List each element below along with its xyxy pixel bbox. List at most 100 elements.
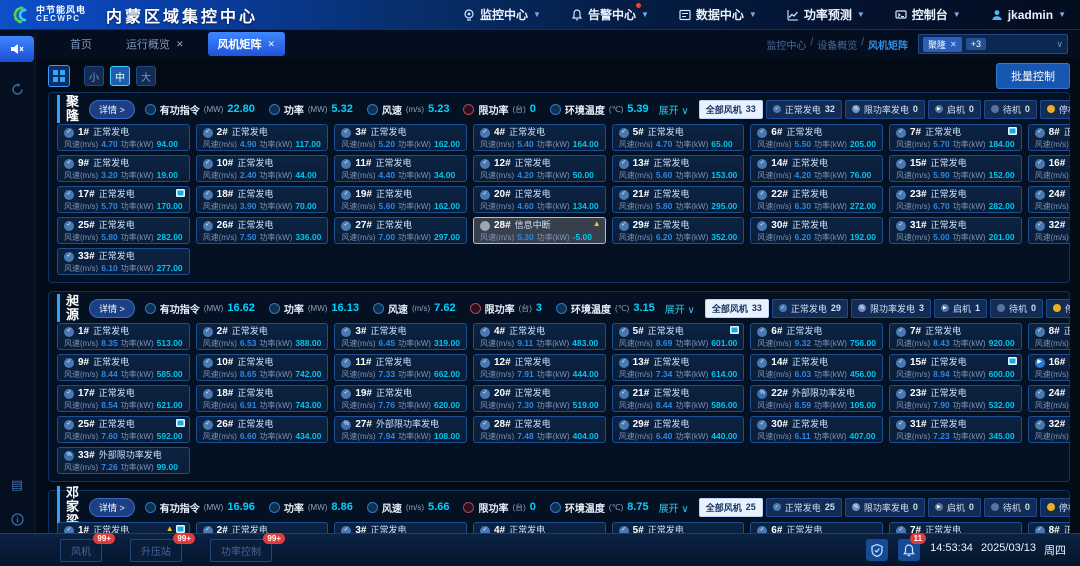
status-chip-4[interactable]: 待机0 (990, 299, 1043, 318)
status-chip-3[interactable]: ▶启机0 (928, 498, 981, 517)
nav-menu-2[interactable]: 数据中心▼ (679, 6, 757, 23)
breadcrumb-seg-2[interactable]: 风机矩阵 (868, 37, 908, 52)
turbine-card-聚隆-14#[interactable]: ✓14#正常发电风速(m/s)4.20功率(kW)76.00 (750, 155, 883, 182)
turbine-card-聚隆-18#[interactable]: ✓18#正常发电风速(m/s)3.90功率(kW)70.00 (196, 186, 329, 213)
turbine-card-聚隆-20#[interactable]: ✓20#正常发电风速(m/s)4.60功率(kW)134.00 (473, 186, 606, 213)
turbine-card-昶源-12#[interactable]: ✓12#正常发电风速(m/s)7.91功率(kW)444.00 (473, 354, 606, 381)
turbine-card-昶源-6#[interactable]: ✓6#正常发电风速(m/s)9.32功率(kW)756.00 (750, 323, 883, 350)
status-chip-0[interactable]: 全部风机33 (699, 100, 763, 119)
expand-toggle[interactable]: 展开 ∨ (665, 301, 695, 316)
turbine-card-昶源-17#[interactable]: ✓17#正常发电风速(m/s)8.54功率(kW)621.00 (57, 385, 190, 412)
bottom-button-1[interactable]: 升压站99+ (130, 539, 182, 562)
size-button-大[interactable]: 大 (136, 66, 156, 86)
bottom-button-2[interactable]: 功率控制99+ (210, 539, 272, 562)
status-chip-1[interactable]: ✓正常发电25 (766, 498, 842, 517)
nav-menu-1[interactable]: 告警中心▼ (571, 6, 649, 23)
status-chip-1[interactable]: ✓正常发电29 (772, 299, 848, 318)
turbine-card-聚隆-31#[interactable]: ✓31#正常发电风速(m/s)5.00功率(kW)201.00 (889, 217, 1022, 244)
turbine-card-昶源-33#[interactable]: %33#外部限功率发电风速(m/s)7.26功率(kW)99.00 (57, 447, 190, 474)
farm-detail-button[interactable]: 详情 > (89, 100, 135, 119)
turbine-card-昶源-4#[interactable]: ✓4#正常发电风速(m/s)9.11功率(kW)483.00 (473, 323, 606, 350)
info-icon[interactable] (0, 508, 34, 530)
turbine-card-聚隆-12#[interactable]: ✓12#正常发电风速(m/s)4.20功率(kW)50.00 (473, 155, 606, 182)
close-icon[interactable]: ✕ (176, 39, 184, 50)
status-chip-0[interactable]: 全部风机33 (705, 299, 769, 318)
turbine-card-昶源-15#[interactable]: ✓15#正常发电风速(m/s)8.94功率(kW)600.00 (889, 354, 1022, 381)
turbine-card-聚隆-9#[interactable]: ✓9#正常发电风速(m/s)3.20功率(kW)19.00 (57, 155, 190, 182)
turbine-card-昶源-18#[interactable]: ✓18#正常发电风速(m/s)6.91功率(kW)743.00 (196, 385, 329, 412)
farm-detail-button[interactable]: 详情 > (89, 498, 135, 517)
expand-toggle[interactable]: 展开 ∨ (659, 102, 689, 117)
alarm-bell-icon[interactable]: 11 (898, 539, 920, 561)
status-chip-3[interactable]: ▶启机0 (928, 100, 981, 119)
batch-control-button[interactable]: 批量控制 (996, 63, 1070, 89)
turbine-card-聚隆-16#[interactable]: ✓16#正常发电风速(m/s)3.60功率(kW)88.00 (1028, 155, 1070, 182)
turbine-card-昶源-27#[interactable]: %27#外部限功率发电风速(m/s)7.94功率(kW)108.00 (334, 416, 467, 443)
bottom-button-0[interactable]: 风机99+ (60, 539, 102, 562)
turbine-card-昶源-31#[interactable]: ✓31#正常发电风速(m/s)7.23功率(kW)345.00 (889, 416, 1022, 443)
document-icon[interactable]: ▤ (0, 474, 34, 496)
farm-filter-select[interactable]: 聚隆✕+3∨ (918, 34, 1068, 54)
filter-chip-0[interactable]: 聚隆✕ (923, 37, 962, 52)
status-chip-3[interactable]: ▶启机1 (934, 299, 987, 318)
turbine-card-聚隆-33#[interactable]: ✓33#正常发电风速(m/s)6.10功率(kW)277.00 (57, 248, 190, 275)
farm-detail-button[interactable]: 详情 > (89, 299, 135, 318)
nav-menu-0[interactable]: 监控中心▼ (463, 6, 541, 23)
control-shield-icon[interactable] (866, 539, 888, 561)
turbine-card-昶源-23#[interactable]: ✓23#正常发电风速(m/s)7.90功率(kW)532.00 (889, 385, 1022, 412)
status-chip-0[interactable]: 全部风机25 (699, 498, 763, 517)
refresh-icon[interactable] (0, 78, 34, 100)
turbine-card-昶源-10#[interactable]: ✓10#正常发电风速(m/s)8.65功率(kW)742.00 (196, 354, 329, 381)
turbine-card-聚隆-32#[interactable]: ✓32#正常发电风速(m/s)4.20功率(kW)41.00 (1028, 217, 1070, 244)
turbine-card-聚隆-1#[interactable]: ✓1#正常发电风速(m/s)4.70功率(kW)94.00 (57, 124, 190, 151)
turbine-card-聚隆-2#[interactable]: ✓2#正常发电风速(m/s)4.90功率(kW)117.00 (196, 124, 329, 151)
turbine-card-昶源-25#[interactable]: ✓25#正常发电风速(m/s)7.60功率(kW)592.00 (57, 416, 190, 443)
close-icon[interactable]: ✕ (268, 39, 276, 50)
turbine-card-聚隆-22#[interactable]: ✓22#正常发电风速(m/s)6.30功率(kW)272.00 (750, 186, 883, 213)
nav-menu-3[interactable]: 功率预测▼ (787, 6, 865, 23)
turbine-card-聚隆-7#[interactable]: ✓7#正常发电风速(m/s)5.70功率(kW)184.00 (889, 124, 1022, 151)
turbine-card-聚隆-5#[interactable]: ✓5#正常发电风速(m/s)4.70功率(kW)65.00 (612, 124, 745, 151)
status-chip-4[interactable]: 待机0 (984, 498, 1037, 517)
turbine-card-聚隆-8#[interactable]: ✓8#正常发电风速(m/s)4.00功率(kW)58.00 (1028, 124, 1070, 151)
size-button-中[interactable]: 中 (110, 66, 130, 86)
turbine-card-昶源-7#[interactable]: ✓7#正常发电风速(m/s)8.43功率(kW)920.00 (889, 323, 1022, 350)
turbine-card-昶源-26#[interactable]: ✓26#正常发电风速(m/s)6.60功率(kW)434.00 (196, 416, 329, 443)
layout-grid-icon[interactable] (48, 65, 70, 87)
turbine-card-昶源-24#[interactable]: ✓24#正常发电风速(m/s)8.46功率(kW)658.00 (1028, 385, 1070, 412)
status-chip-2[interactable]: %限功率发电0 (845, 100, 925, 119)
turbine-card-昶源-29#[interactable]: ✓29#正常发电风速(m/s)6.40功率(kW)440.00 (612, 416, 745, 443)
status-chip-5[interactable]: 停机0 (1040, 498, 1070, 517)
turbine-card-昶源-5#[interactable]: ✓5#正常发电风速(m/s)8.69功率(kW)601.00 (612, 323, 745, 350)
turbine-card-聚隆-27#[interactable]: ✓27#正常发电风速(m/s)7.00功率(kW)297.00 (334, 217, 467, 244)
turbine-card-昶源-32#[interactable]: ✓32#正常发电风速(m/s)7.02功率(kW)376.00 (1028, 416, 1070, 443)
turbine-card-昶源-19#[interactable]: ✓19#正常发电风速(m/s)7.76功率(kW)620.00 (334, 385, 467, 412)
turbine-card-昶源-20#[interactable]: ✓20#正常发电风速(m/s)7.30功率(kW)519.00 (473, 385, 606, 412)
size-button-小[interactable]: 小 (84, 66, 104, 86)
status-chip-5[interactable]: 停机0 (1046, 299, 1070, 318)
turbine-card-聚隆-24#[interactable]: ✓24#正常发电风速(m/s)4.30功率(kW)117.00 (1028, 186, 1070, 213)
status-chip-2[interactable]: %限功率发电0 (845, 498, 925, 517)
breadcrumb-seg-0[interactable]: 监控中心 (766, 37, 806, 52)
turbine-card-昶源-9#[interactable]: ✓9#正常发电风速(m/s)8.44功率(kW)585.00 (57, 354, 190, 381)
mute-speaker-icon[interactable] (0, 36, 34, 62)
tab-0[interactable]: 首页 (60, 32, 102, 56)
turbine-card-昶源-1#[interactable]: ✓1#正常发电风速(m/s)8.35功率(kW)513.00 (57, 323, 190, 350)
turbine-card-昶源-11#[interactable]: ✓11#正常发电风速(m/s)7.33功率(kW)662.00 (334, 354, 467, 381)
turbine-card-昶源-3#[interactable]: ✓3#正常发电风速(m/s)6.45功率(kW)319.00 (334, 323, 467, 350)
status-chip-2[interactable]: %限功率发电3 (851, 299, 931, 318)
turbine-card-昶源-16#[interactable]: ▶16#启机风速(m/s)6.82功率(kW)-100.00▲ (1028, 354, 1070, 381)
turbine-card-昶源-2#[interactable]: ✓2#正常发电风速(m/s)6.53功率(kW)388.00 (196, 323, 329, 350)
turbine-card-聚隆-21#[interactable]: ✓21#正常发电风速(m/s)5.80功率(kW)295.00 (612, 186, 745, 213)
turbine-card-聚隆-19#[interactable]: ✓19#正常发电风速(m/s)5.60功率(kW)162.00 (334, 186, 467, 213)
breadcrumb-seg-1[interactable]: 设备概览 (817, 37, 857, 52)
turbine-card-聚隆-6#[interactable]: ✓6#正常发电风速(m/s)5.50功率(kW)205.00 (750, 124, 883, 151)
turbine-card-聚隆-25#[interactable]: ✓25#正常发电风速(m/s)5.80功率(kW)282.00 (57, 217, 190, 244)
turbine-card-聚隆-26#[interactable]: ✓26#正常发电风速(m/s)7.50功率(kW)336.00 (196, 217, 329, 244)
filter-chip-1[interactable]: +3 (966, 38, 986, 50)
turbine-card-聚隆-15#[interactable]: ✓15#正常发电风速(m/s)5.90功率(kW)152.00 (889, 155, 1022, 182)
breadcrumb[interactable]: 监控中心/设备概览/风机矩阵 (766, 37, 908, 52)
turbine-card-聚隆-28#[interactable]: 28#信息中断风速(m/s)5.30功率(kW)-5.00▲ (473, 217, 606, 244)
turbine-card-聚隆-4#[interactable]: ✓4#正常发电风速(m/s)5.40功率(kW)164.00 (473, 124, 606, 151)
turbine-card-昶源-22#[interactable]: %22#外部限功率发电风速(m/s)8.59功率(kW)105.00 (750, 385, 883, 412)
